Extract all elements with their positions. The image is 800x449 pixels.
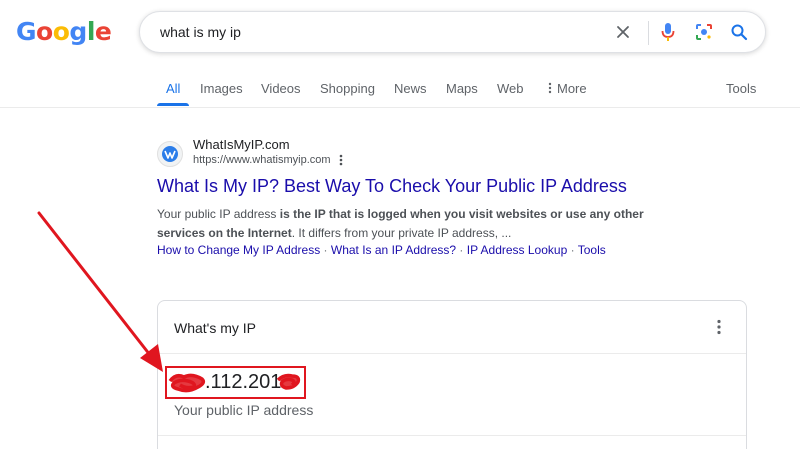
search-input[interactable]: what is my ip <box>160 24 241 40</box>
redaction-scribble <box>276 373 301 390</box>
tab-more-label: More <box>557 81 587 96</box>
sitelink-separator: · <box>320 243 331 257</box>
site-url[interactable]: https://www.whatismyip.com <box>193 154 331 166</box>
result-title-link[interactable]: What Is My IP? Best Way To Check Your Pu… <box>157 176 627 197</box>
tab-news[interactable]: News <box>394 81 427 96</box>
snippet-text-end: . It differs from your private IP addres… <box>291 226 512 240</box>
sitelink[interactable]: What Is an IP Address? <box>331 243 456 257</box>
tab-shopping[interactable]: Shopping <box>320 81 375 96</box>
snippet-text: Your public IP address <box>157 207 280 221</box>
card-title: What's my IP <box>174 320 257 336</box>
tab-maps[interactable]: Maps <box>446 81 478 96</box>
tab-images[interactable]: Images <box>200 81 243 96</box>
redaction-scribble <box>168 373 206 393</box>
sitelink-separator: · <box>456 243 467 257</box>
tab-web[interactable]: Web <box>497 81 524 96</box>
logo-letter: o <box>36 17 53 46</box>
result-snippet: Your public IP address is the IP that is… <box>157 205 687 243</box>
logo-letter: g <box>69 17 87 46</box>
site-favicon[interactable] <box>157 141 183 167</box>
tools-button[interactable]: Tools <box>726 81 756 96</box>
close-icon[interactable] <box>613 22 633 42</box>
search-bar[interactable]: what is my ip <box>139 11 766 53</box>
site-name[interactable]: WhatIsMyIP.com <box>193 137 290 152</box>
search-tabs: All Images Videos Shopping News Maps Web… <box>0 81 800 108</box>
ip-address-label: Your public IP address <box>174 402 314 418</box>
active-tab-indicator <box>157 103 189 106</box>
search-divider <box>648 21 649 45</box>
result-menu-icon[interactable] <box>339 153 343 169</box>
logo-letter: e <box>94 17 112 46</box>
lens-icon[interactable] <box>694 22 714 42</box>
tab-more[interactable]: More <box>548 81 587 96</box>
sitelink[interactable]: Tools <box>578 243 606 257</box>
more-vert-icon <box>548 82 552 94</box>
search-icon[interactable] <box>729 22 749 42</box>
logo-letter: G <box>16 17 37 46</box>
card-divider <box>158 353 746 354</box>
sitelinks: How to Change My IP Address · What Is an… <box>157 243 606 257</box>
sitelink[interactable]: IP Address Lookup <box>467 243 568 257</box>
card-divider <box>158 435 746 436</box>
sitelink-separator: · <box>567 243 578 257</box>
logo-letter: o <box>52 17 70 46</box>
google-logo[interactable]: Google <box>16 17 112 46</box>
logo-letter: l <box>86 17 96 46</box>
tab-videos[interactable]: Videos <box>261 81 301 96</box>
sitelink[interactable]: How to Change My IP Address <box>157 243 320 257</box>
tab-all[interactable]: All <box>166 81 180 96</box>
mic-icon[interactable] <box>658 22 678 42</box>
card-menu-icon[interactable] <box>717 319 725 337</box>
